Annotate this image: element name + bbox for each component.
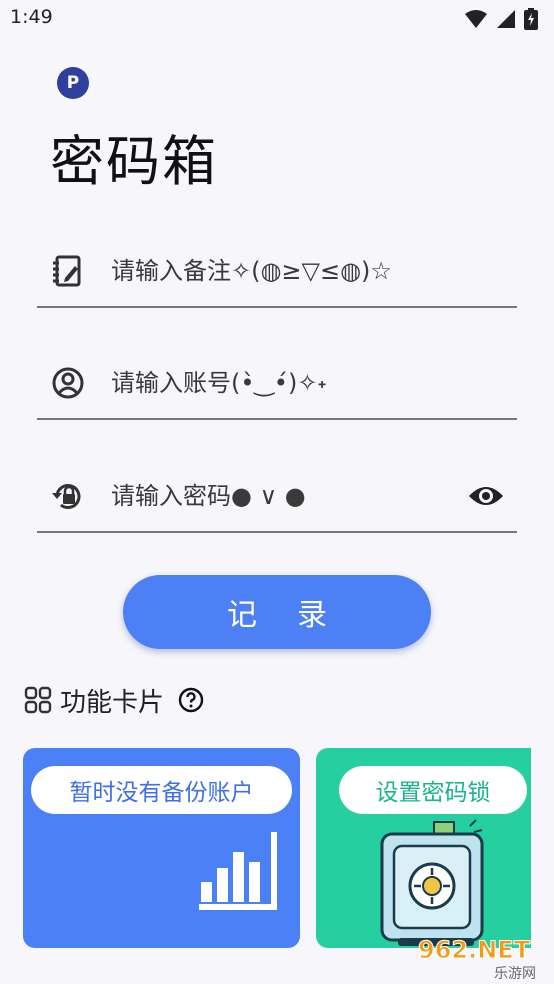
watermark-logo: 962.NET 乐游网 xyxy=(418,936,537,983)
page-title: 密码箱 xyxy=(50,130,218,193)
note-input[interactable] xyxy=(111,250,471,292)
password-field xyxy=(37,471,517,533)
watermark-text: 962.NET xyxy=(418,936,531,964)
note-field xyxy=(37,246,517,308)
battery-icon xyxy=(524,8,538,30)
eye-icon[interactable] xyxy=(467,481,505,511)
section-title: 功能卡片 xyxy=(60,687,165,718)
password-lock-card[interactable]: 设置密码锁 xyxy=(316,748,531,948)
bar-chart-icon xyxy=(199,832,277,910)
safe-icon xyxy=(380,819,484,946)
record-button[interactable]: 记录 xyxy=(123,575,431,649)
status-icons xyxy=(464,8,538,30)
status-bar: 1:49 xyxy=(0,0,554,38)
signal-icon xyxy=(497,10,515,28)
note-icon xyxy=(53,255,81,287)
account-icon xyxy=(52,367,84,399)
password-input[interactable] xyxy=(111,475,471,517)
grid-icon xyxy=(24,686,52,714)
watermark-subtext: 乐游网 xyxy=(494,966,536,982)
backup-chip[interactable]: 暂时没有备份账户 xyxy=(31,766,292,814)
app-logo: P xyxy=(57,67,89,99)
account-input[interactable] xyxy=(111,362,471,404)
account-field xyxy=(37,358,517,420)
password-lock-chip[interactable]: 设置密码锁 xyxy=(339,766,527,814)
section-header: 功能卡片 xyxy=(24,680,204,720)
help-icon[interactable] xyxy=(178,687,204,713)
status-time: 1:49 xyxy=(10,6,53,28)
wifi-icon xyxy=(465,10,487,28)
backup-card[interactable]: 暂时没有备份账户 xyxy=(23,748,300,948)
lock-reset-icon xyxy=(52,484,81,509)
